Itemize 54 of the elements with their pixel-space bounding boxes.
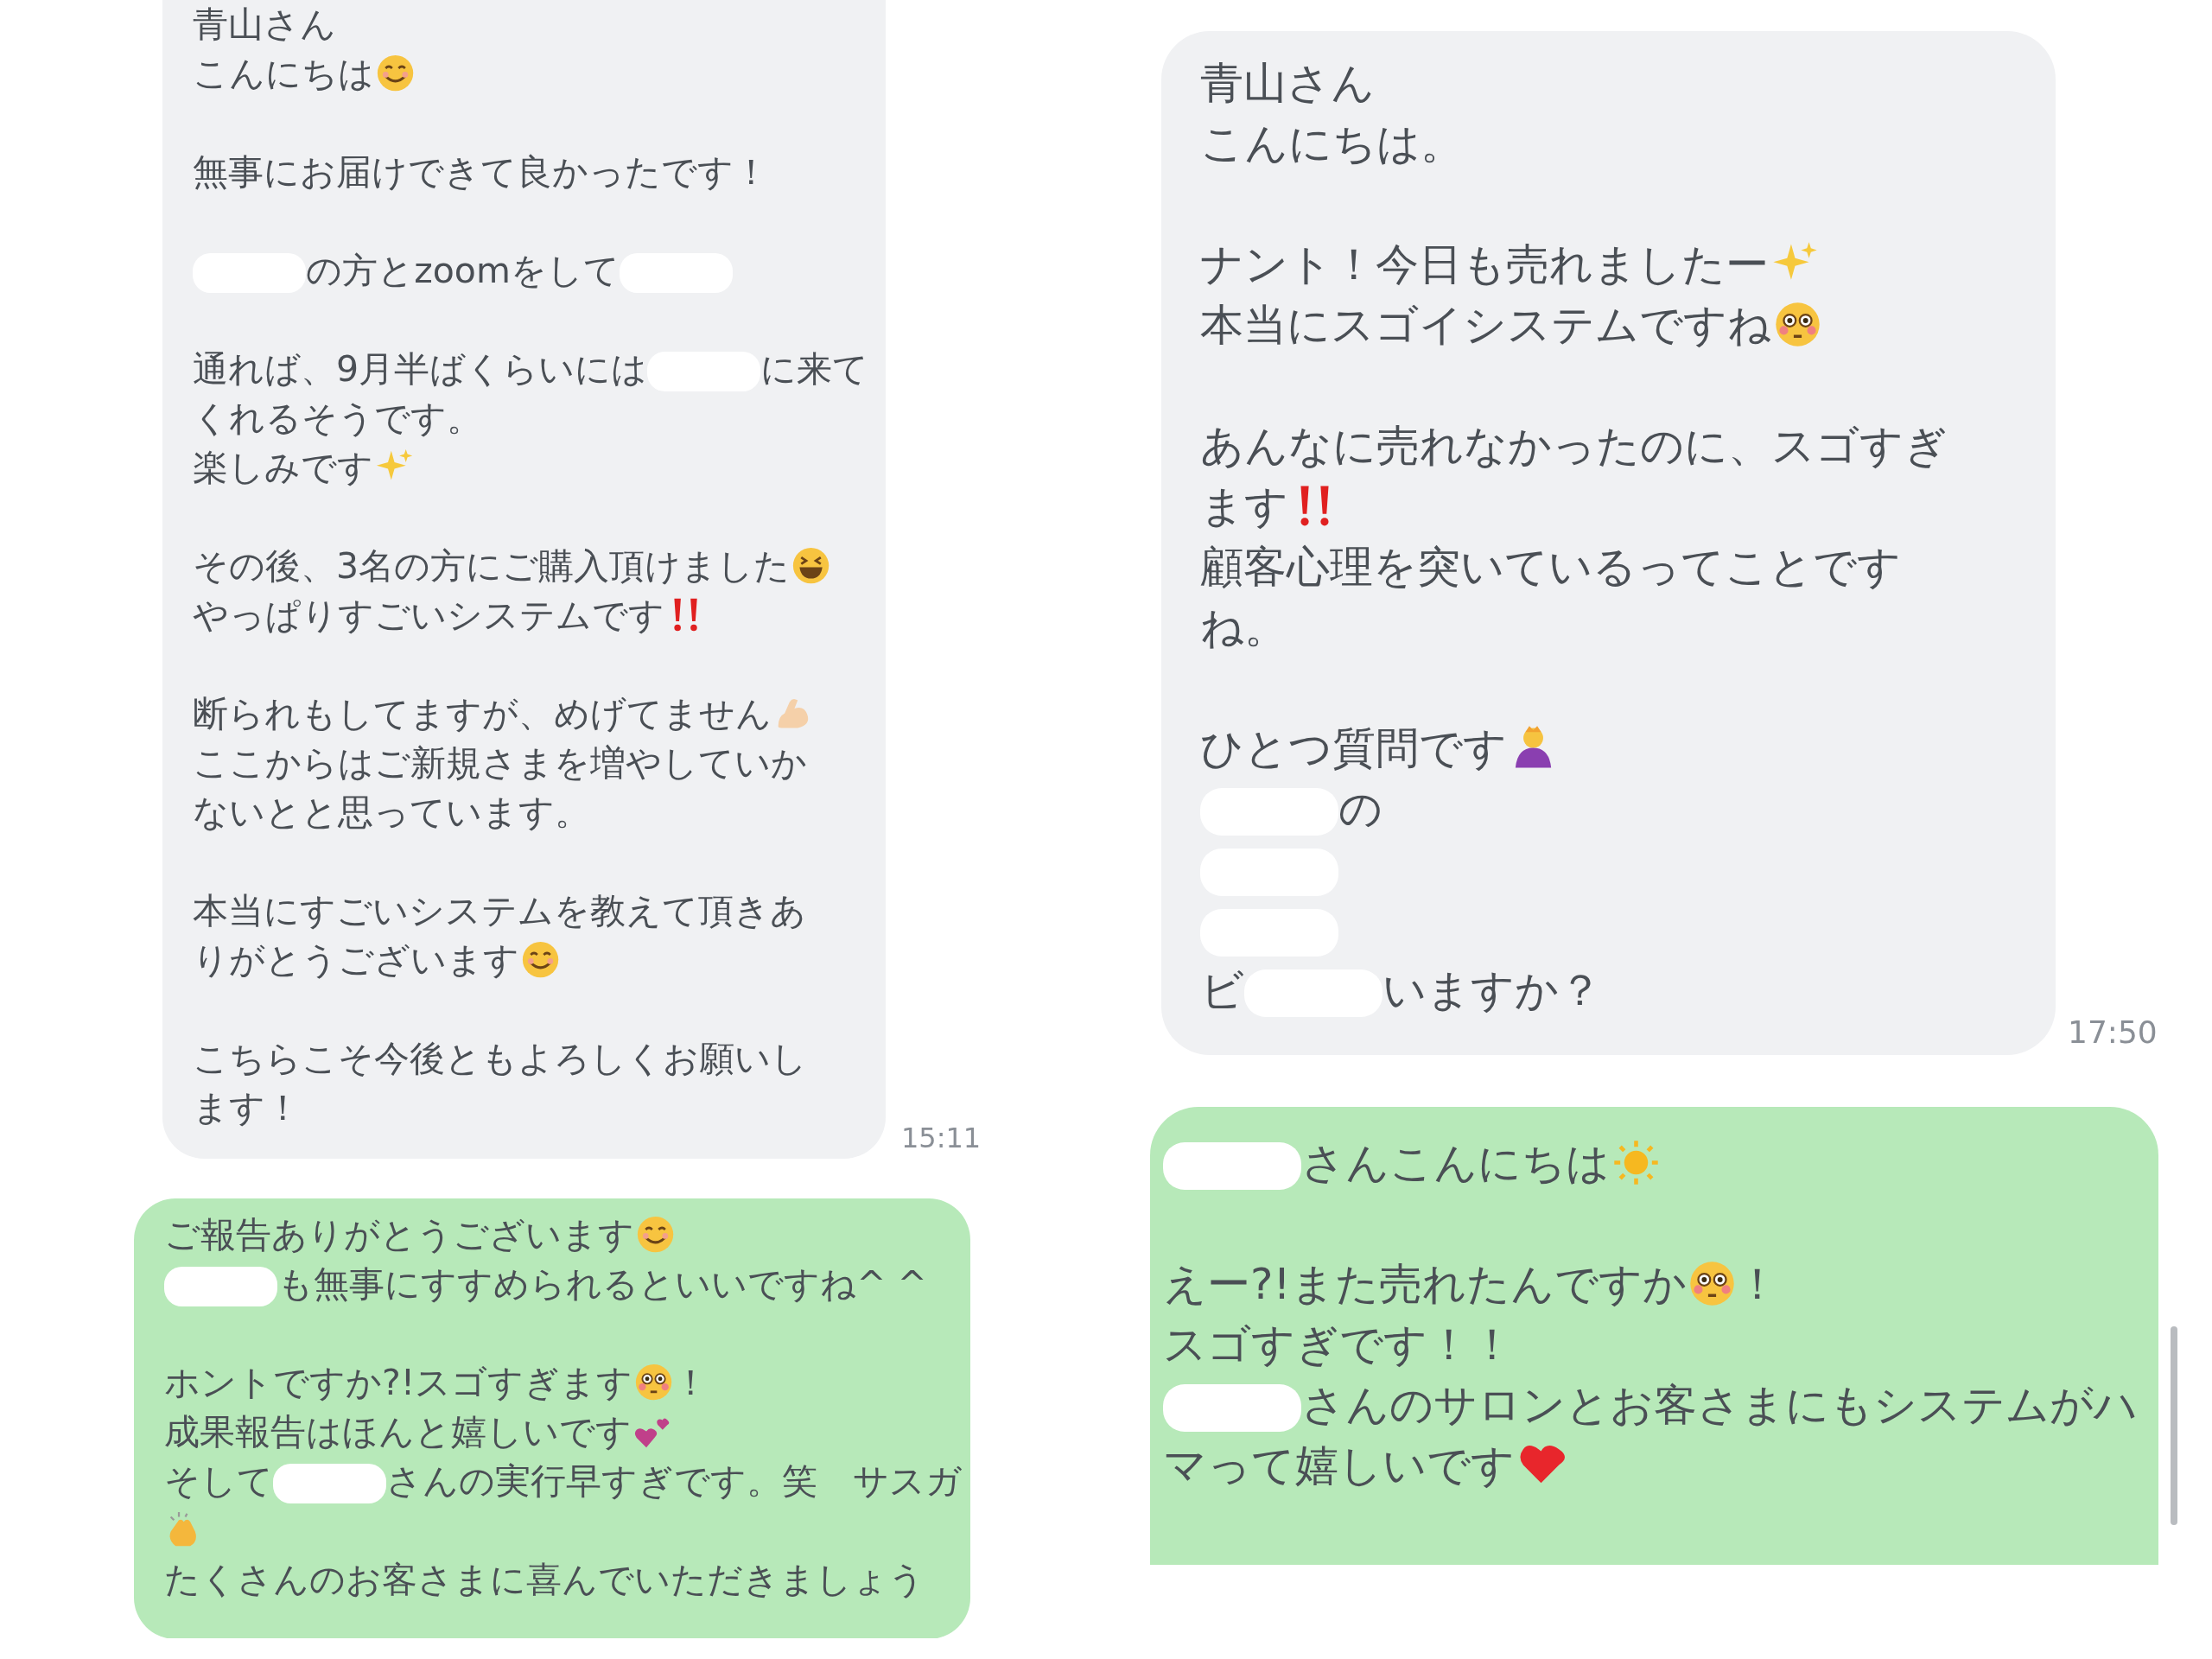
message-text: ます	[1200, 481, 1288, 531]
message-text: ね。	[1200, 602, 1287, 652]
flushed-face-icon	[1688, 1260, 1737, 1307]
message-text: ます！	[193, 1087, 301, 1128]
smiling-face-icon	[376, 54, 416, 93]
message-text: りがとうございます	[193, 939, 519, 981]
message-text: ないとと思っています。	[193, 791, 590, 833]
message-text: スゴすぎです！！	[1163, 1319, 1514, 1370]
message-text: さんこんにちは	[1301, 1138, 1610, 1188]
message-text: さんのサロンとお客さまにもシステムがハ	[1301, 1380, 2138, 1430]
message-text: あんなに売れなかったのに、スゴすぎ	[1200, 421, 1948, 471]
message-text: その後、3名の方にご購入頂けました	[193, 545, 791, 587]
message-text: 断られもしてますが、めげてません	[193, 693, 772, 734]
flushed-face-icon	[1773, 301, 1821, 348]
message-text: こんにちは	[193, 53, 374, 94]
message-text: 青山さん	[193, 3, 336, 45]
message-text: 青山さん	[1200, 58, 1375, 108]
message-text: 顧客心理を突いているってことです	[1200, 542, 1901, 592]
message-text: ！	[673, 1362, 709, 1403]
message-text: に来て	[760, 348, 869, 390]
grinning-face-icon	[791, 546, 831, 586]
sun-icon	[1611, 1139, 1660, 1186]
message-text: こちらこそ今後ともよろしくお願いし	[193, 1038, 807, 1079]
message-text: くれるそうです。	[193, 397, 482, 439]
message-text: ナント！今日も売れましたー	[1200, 239, 1769, 289]
message-text: 通れば、9月半ばくらいには	[193, 348, 648, 390]
message-text: 本当にスゴイシステムですね	[1200, 300, 1771, 350]
message-text: 成果報告はほんと嬉しいです	[164, 1411, 632, 1452]
message-text: ！	[1736, 1259, 1780, 1309]
message-text: えー?!また売れたんですか	[1163, 1259, 1687, 1309]
smiling-face-icon	[636, 1215, 676, 1255]
message-text: 本当にすごいシステムを教えて頂きあ	[193, 890, 806, 931]
message-time: 15:11	[900, 1124, 982, 1156]
message-text: ビ	[1200, 965, 1244, 1015]
message-text: たくさんのお客さまに喜んでいただきましょう	[164, 1559, 925, 1600]
message-text: 無事にお届けできて良かったです！	[193, 151, 769, 193]
message-text: そして	[164, 1460, 273, 1502]
scrollbar[interactable]	[2171, 1326, 2177, 1525]
message-text: いますか？	[1382, 965, 1602, 1015]
message-text: ホントですか?!スゴすぎます	[164, 1362, 633, 1403]
message-text: も無事にすすめられるといいですね^ ^	[277, 1263, 927, 1305]
message-text: の	[1338, 784, 1382, 834]
smiling-face-icon	[521, 940, 561, 980]
message-text: やっぱりすごいシステムです	[193, 594, 664, 636]
message-text: こんにちは。	[1200, 118, 1464, 168]
message-text: の方とzoomをして	[306, 250, 620, 291]
message-text: マって嬉しいです	[1163, 1440, 1515, 1491]
message-text: さんの実行早すぎです。笑 サスガ	[386, 1460, 963, 1502]
message-text: ひとつ質問です	[1200, 723, 1507, 773]
message-text: ご報告ありがとうございます	[164, 1214, 634, 1255]
flushed-face-icon	[634, 1363, 674, 1402]
message-text: ここからはご新規さまを増やしていか	[193, 742, 807, 784]
message-time: 17:50	[2067, 1017, 2158, 1052]
message-text: 楽しみです	[193, 447, 373, 488]
